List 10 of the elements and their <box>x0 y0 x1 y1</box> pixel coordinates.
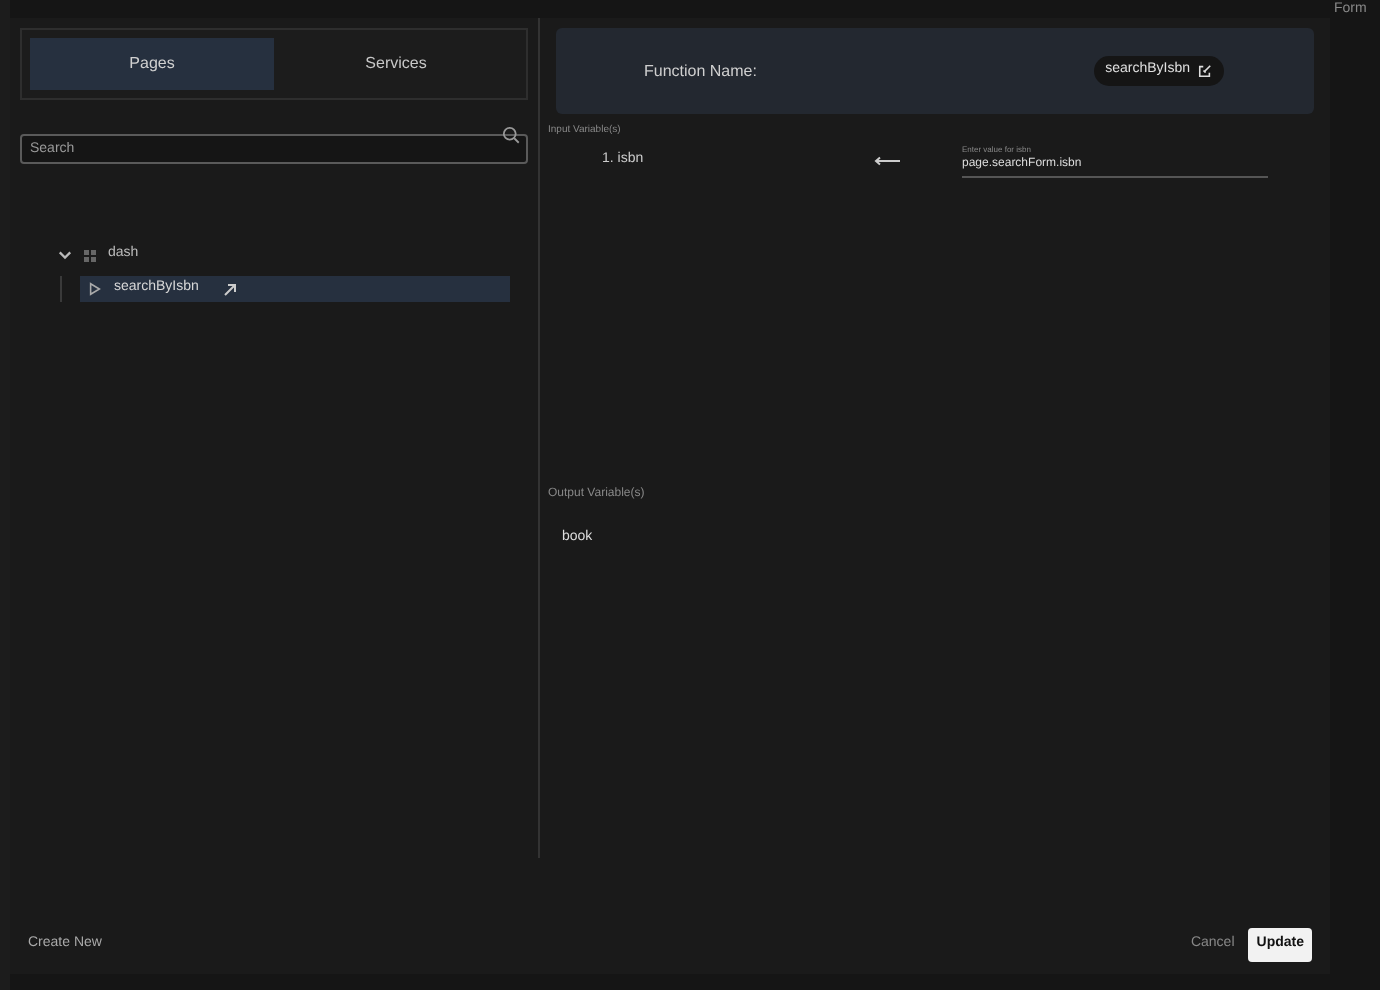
tab[interactable]: Services <box>274 38 518 90</box>
function-name-label: Function Name: <box>644 59 757 83</box>
chevron-icon[interactable] <box>58 248 72 262</box>
grid-icon <box>84 249 96 261</box>
left-arrow-icon <box>874 155 902 165</box>
play-icon <box>88 282 102 296</box>
search-icon[interactable] <box>502 126 520 144</box>
tab[interactable]: Pages <box>30 38 274 90</box>
edit-icon <box>1198 64 1212 78</box>
arrow-up-right-icon[interactable] <box>222 281 238 297</box>
